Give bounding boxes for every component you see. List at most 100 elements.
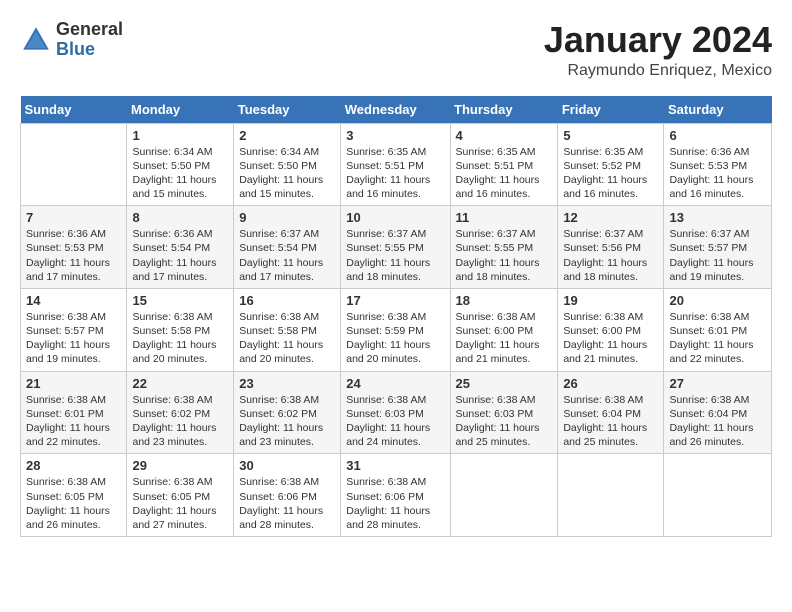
day-cell: 24 Sunrise: 6:38 AM Sunset: 6:03 PM Dayli…	[341, 371, 450, 454]
day-cell: 3 Sunrise: 6:35 AM Sunset: 5:51 PM Daylig…	[341, 123, 450, 206]
logo: General Blue	[20, 20, 123, 60]
day-cell: 30 Sunrise: 6:38 AM Sunset: 6:06 PM Dayli…	[234, 454, 341, 537]
day-number: 30	[239, 458, 335, 473]
day-cell: 18Sunrise: 6:38 AM Sunset: 6:00 PM Dayli…	[450, 288, 558, 371]
day-number: 26	[563, 376, 658, 391]
day-cell	[21, 123, 127, 206]
day-number: 22	[132, 376, 228, 391]
logo-text: General Blue	[56, 20, 123, 60]
calendar-header-row: SundayMondayTuesdayWednesdayThursdayFrid…	[21, 96, 772, 124]
day-info: Sunrise: 6:37 AM Sunset: 5:54 PM Dayligh…	[239, 227, 335, 284]
col-header-monday: Monday	[127, 96, 234, 124]
day-info: Sunrise: 6:35 AM Sunset: 5:52 PM Dayligh…	[563, 145, 658, 202]
day-cell: 28 Sunrise: 6:38 AM Sunset: 6:05 PM Dayli…	[21, 454, 127, 537]
day-number: 11	[456, 210, 553, 225]
day-info: Sunrise: 6:38 AM Sunset: 6:03 PM Dayligh…	[346, 393, 444, 450]
day-info: Sunrise: 6:37 AM Sunset: 5:56 PM Dayligh…	[563, 227, 658, 284]
day-number: 24	[346, 376, 444, 391]
day-cell: 26Sunrise: 6:38 AM Sunset: 6:04 PM Dayli…	[558, 371, 664, 454]
day-cell: 4Sunrise: 6:35 AM Sunset: 5:51 PM Daylig…	[450, 123, 558, 206]
col-header-friday: Friday	[558, 96, 664, 124]
logo-icon	[20, 24, 52, 56]
col-header-thursday: Thursday	[450, 96, 558, 124]
day-cell: 17 Sunrise: 6:38 AM Sunset: 5:59 PM Dayli…	[341, 288, 450, 371]
day-number: 20	[669, 293, 766, 308]
day-info: Sunrise: 6:38 AM Sunset: 6:05 PM Dayligh…	[26, 475, 121, 532]
day-number: 15	[132, 293, 228, 308]
day-info: Sunrise: 6:34 AM Sunset: 5:50 PM Dayligh…	[132, 145, 228, 202]
week-row-3: 14Sunrise: 6:38 AM Sunset: 5:57 PM Dayli…	[21, 288, 772, 371]
day-number: 14	[26, 293, 121, 308]
day-info: Sunrise: 6:37 AM Sunset: 5:55 PM Dayligh…	[456, 227, 553, 284]
day-cell: 31 Sunrise: 6:38 AM Sunset: 6:06 PM Dayli…	[341, 454, 450, 537]
day-info: Sunrise: 6:37 AM Sunset: 5:55 PM Dayligh…	[346, 227, 444, 284]
col-header-tuesday: Tuesday	[234, 96, 341, 124]
day-number: 9	[239, 210, 335, 225]
day-info: Sunrise: 6:38 AM Sunset: 5:59 PM Dayligh…	[346, 310, 444, 367]
logo-blue: Blue	[56, 40, 123, 60]
day-info: Sunrise: 6:38 AM Sunset: 6:03 PM Dayligh…	[456, 393, 553, 450]
day-cell: 25Sunrise: 6:38 AM Sunset: 6:03 PM Dayli…	[450, 371, 558, 454]
day-info: Sunrise: 6:36 AM Sunset: 5:54 PM Dayligh…	[132, 227, 228, 284]
day-cell: 15 Sunrise: 6:38 AM Sunset: 5:58 PM Dayli…	[127, 288, 234, 371]
week-row-2: 7 Sunrise: 6:36 AM Sunset: 5:53 PM Daylig…	[21, 206, 772, 289]
logo-general: General	[56, 20, 123, 40]
day-info: Sunrise: 6:38 AM Sunset: 6:06 PM Dayligh…	[239, 475, 335, 532]
day-cell: 11 Sunrise: 6:37 AM Sunset: 5:55 PM Dayli…	[450, 206, 558, 289]
day-info: Sunrise: 6:38 AM Sunset: 6:02 PM Dayligh…	[132, 393, 228, 450]
day-number: 17	[346, 293, 444, 308]
day-cell: 14Sunrise: 6:38 AM Sunset: 5:57 PM Dayli…	[21, 288, 127, 371]
day-cell: 10Sunrise: 6:37 AM Sunset: 5:55 PM Dayli…	[341, 206, 450, 289]
week-row-5: 28 Sunrise: 6:38 AM Sunset: 6:05 PM Dayli…	[21, 454, 772, 537]
day-info: Sunrise: 6:38 AM Sunset: 5:58 PM Dayligh…	[132, 310, 228, 367]
day-info: Sunrise: 6:38 AM Sunset: 5:58 PM Dayligh…	[239, 310, 335, 367]
day-info: Sunrise: 6:38 AM Sunset: 6:01 PM Dayligh…	[26, 393, 121, 450]
day-cell	[558, 454, 664, 537]
day-info: Sunrise: 6:38 AM Sunset: 6:01 PM Dayligh…	[669, 310, 766, 367]
title-block: January 2024 Raymundo Enriquez, Mexico	[544, 20, 772, 80]
calendar-table: SundayMondayTuesdayWednesdayThursdayFrid…	[20, 96, 772, 537]
day-number: 1	[132, 128, 228, 143]
day-info: Sunrise: 6:37 AM Sunset: 5:57 PM Dayligh…	[669, 227, 766, 284]
day-info: Sunrise: 6:34 AM Sunset: 5:50 PM Dayligh…	[239, 145, 335, 202]
day-cell: 23Sunrise: 6:38 AM Sunset: 6:02 PM Dayli…	[234, 371, 341, 454]
day-info: Sunrise: 6:38 AM Sunset: 6:06 PM Dayligh…	[346, 475, 444, 532]
day-cell: 2Sunrise: 6:34 AM Sunset: 5:50 PM Daylig…	[234, 123, 341, 206]
day-cell: 19Sunrise: 6:38 AM Sunset: 6:00 PM Dayli…	[558, 288, 664, 371]
day-info: Sunrise: 6:35 AM Sunset: 5:51 PM Dayligh…	[346, 145, 444, 202]
day-info: Sunrise: 6:36 AM Sunset: 5:53 PM Dayligh…	[26, 227, 121, 284]
day-number: 31	[346, 458, 444, 473]
day-cell	[450, 454, 558, 537]
day-cell: 6 Sunrise: 6:36 AM Sunset: 5:53 PM Daylig…	[664, 123, 772, 206]
day-cell: 8 Sunrise: 6:36 AM Sunset: 5:54 PM Daylig…	[127, 206, 234, 289]
day-cell: 12 Sunrise: 6:37 AM Sunset: 5:56 PM Dayli…	[558, 206, 664, 289]
month-title: January 2024	[544, 20, 772, 60]
day-number: 21	[26, 376, 121, 391]
day-info: Sunrise: 6:38 AM Sunset: 6:02 PM Dayligh…	[239, 393, 335, 450]
day-number: 5	[563, 128, 658, 143]
day-number: 29	[132, 458, 228, 473]
day-number: 3	[346, 128, 444, 143]
week-row-1: 1 Sunrise: 6:34 AM Sunset: 5:50 PM Daylig…	[21, 123, 772, 206]
day-info: Sunrise: 6:36 AM Sunset: 5:53 PM Dayligh…	[669, 145, 766, 202]
day-cell: 1 Sunrise: 6:34 AM Sunset: 5:50 PM Daylig…	[127, 123, 234, 206]
day-cell: 21 Sunrise: 6:38 AM Sunset: 6:01 PM Dayli…	[21, 371, 127, 454]
day-cell: 22 Sunrise: 6:38 AM Sunset: 6:02 PM Dayli…	[127, 371, 234, 454]
day-number: 28	[26, 458, 121, 473]
week-row-4: 21 Sunrise: 6:38 AM Sunset: 6:01 PM Dayli…	[21, 371, 772, 454]
day-cell: 27Sunrise: 6:38 AM Sunset: 6:04 PM Dayli…	[664, 371, 772, 454]
location: Raymundo Enriquez, Mexico	[544, 62, 772, 80]
day-number: 8	[132, 210, 228, 225]
col-header-sunday: Sunday	[21, 96, 127, 124]
day-number: 6	[669, 128, 766, 143]
day-cell: 5 Sunrise: 6:35 AM Sunset: 5:52 PM Daylig…	[558, 123, 664, 206]
day-number: 12	[563, 210, 658, 225]
day-info: Sunrise: 6:38 AM Sunset: 6:05 PM Dayligh…	[132, 475, 228, 532]
col-header-wednesday: Wednesday	[341, 96, 450, 124]
day-number: 7	[26, 210, 121, 225]
day-info: Sunrise: 6:38 AM Sunset: 6:00 PM Dayligh…	[563, 310, 658, 367]
day-cell	[664, 454, 772, 537]
page-header: General Blue January 2024 Raymundo Enriq…	[20, 20, 772, 80]
day-number: 27	[669, 376, 766, 391]
col-header-saturday: Saturday	[664, 96, 772, 124]
